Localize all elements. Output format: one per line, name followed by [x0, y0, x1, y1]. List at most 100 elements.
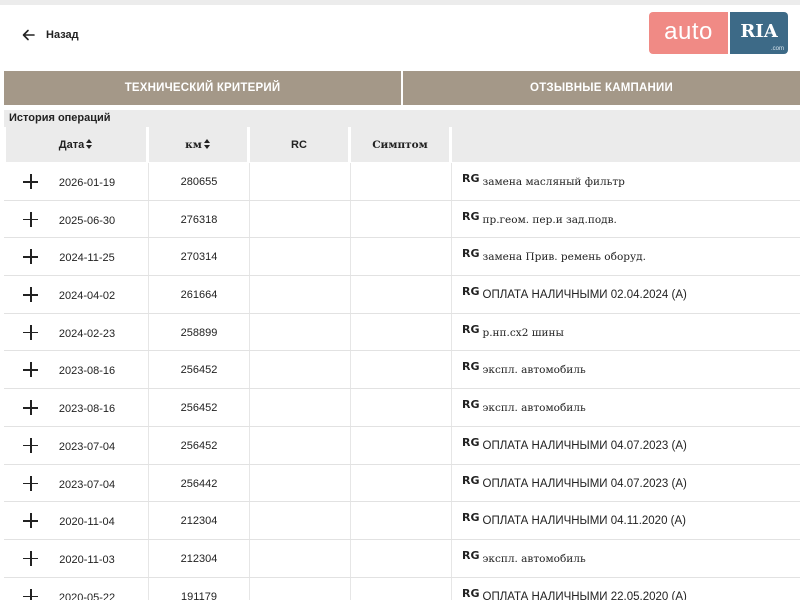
- cell-divider: [350, 200, 351, 238]
- row-description-text: экспл. автомобиль: [482, 364, 586, 377]
- column-date[interactable]: Дата: [6, 127, 146, 162]
- rg-badge: RG: [462, 360, 480, 374]
- cell-divider: [249, 426, 250, 464]
- cell-divider: [350, 389, 351, 426]
- cell-divider: [451, 313, 452, 351]
- row-km: 191179: [181, 590, 217, 600]
- column-date-label: Дата: [58, 138, 85, 151]
- row-description-text: пр.геом. пер.и зад.подв.: [482, 213, 617, 226]
- expand-plus-icon[interactable]: [23, 287, 38, 303]
- rg-badge: RG: [462, 322, 480, 336]
- table-row: 2026-01-19 280655 RG замена масляный фил…: [4, 163, 800, 201]
- column-rc: RC: [250, 127, 348, 162]
- cell-divider: [249, 502, 250, 539]
- sort-icon: [86, 139, 93, 150]
- row-date: 2023-08-16: [58, 403, 116, 416]
- row-date: 2026-01-19: [58, 177, 116, 189]
- expand-plus-icon[interactable]: [23, 174, 38, 189]
- cell-divider: [451, 238, 452, 276]
- cell-divider: [148, 502, 149, 539]
- column-km-label: км: [185, 138, 202, 151]
- row-description-text: замена Прив. ремень оборуд.: [482, 251, 646, 264]
- expand-plus-icon[interactable]: [23, 550, 38, 566]
- row-km: 256442: [180, 477, 218, 490]
- expand-plus-icon[interactable]: [23, 475, 38, 491]
- cell-divider: [451, 426, 452, 464]
- row-km: 261664: [180, 289, 218, 302]
- cell-divider: [451, 389, 452, 426]
- row-km: 280655: [180, 176, 218, 188]
- row-description: RG пр.геом. пер.и зад.подв.: [462, 210, 617, 226]
- table-row: 2024-11-25 270314 RG замена Прив. ремень…: [4, 238, 800, 277]
- expand-plus-icon[interactable]: [23, 362, 38, 378]
- row-description: RG ОПЛАТА НАЛИЧНЫМИ 04.07.2023 (A): [462, 474, 687, 490]
- column-rc-label: RC: [291, 138, 307, 151]
- row-description-text: экспл. автомобиль: [482, 402, 586, 415]
- row-date: 2024-04-02: [58, 290, 116, 303]
- cell-divider: [249, 351, 250, 389]
- row-description-text: ОПЛАТА НАЛИЧНЫМИ 04.11.2020 (A): [482, 515, 687, 528]
- row-description: RG замена Прив. ремень оборуд.: [462, 247, 646, 264]
- logo-auto: auto: [649, 12, 728, 54]
- cell-divider: [350, 502, 351, 539]
- cell-divider: [451, 539, 452, 577]
- row-date: 2023-07-04: [58, 478, 116, 491]
- table-row: 2020-11-04 212304 RG ОПЛАТА НАЛИЧНЫМИ 04…: [4, 502, 800, 540]
- cell-divider: [148, 577, 149, 600]
- expand-plus-icon[interactable]: [23, 437, 38, 453]
- expand-plus-icon[interactable]: [23, 324, 38, 340]
- row-description: RG экспл. автомобиль: [462, 548, 586, 565]
- table-row: 2023-07-04 256442 RG ОПЛАТА НАЛИЧНЫМИ 04…: [4, 464, 800, 503]
- row-km: 270314: [180, 251, 218, 264]
- rg-badge: RG: [462, 247, 480, 261]
- row-km: 276318: [180, 213, 218, 226]
- expand-plus-icon[interactable]: [23, 588, 38, 600]
- expand-plus-icon[interactable]: [23, 211, 38, 227]
- row-date: 2020-05-22: [58, 591, 116, 600]
- row-description: RG р.нп.сх2 шины: [462, 322, 564, 339]
- back-label: Назад: [46, 29, 79, 41]
- column-km[interactable]: км: [149, 127, 247, 162]
- table-row: 2024-02-23 258899 RG р.нп.сх2 шины: [4, 313, 800, 352]
- cell-divider: [350, 426, 351, 464]
- cell-divider: [249, 276, 250, 313]
- logo-ria: RIA .com: [730, 12, 788, 54]
- table-row: 2020-11-03 212304 RG экспл. автомобиль: [4, 539, 800, 578]
- cell-divider: [350, 577, 351, 600]
- sort-icon: [203, 139, 211, 150]
- arrow-left-icon: [22, 29, 35, 41]
- rg-badge: RG: [462, 172, 480, 185]
- row-date: 2020-11-03: [59, 553, 115, 566]
- cell-divider: [148, 163, 149, 200]
- cell-divider: [350, 163, 351, 200]
- row-date: 2025-06-30: [58, 214, 116, 227]
- cell-divider: [148, 464, 149, 502]
- cell-divider: [148, 389, 149, 426]
- rg-badge: RG: [462, 435, 480, 449]
- tab-bar: ТЕХНИЧЕСКИЙ КРИТЕРИЙ ОТЗЫВНЫЕ КАМПАНИИ: [4, 71, 800, 105]
- cell-divider: [148, 276, 149, 313]
- tab-recall-campaigns[interactable]: ОТЗЫВНЫЕ КАМПАНИИ: [403, 71, 800, 105]
- table-row: 2020-05-22 191179 RG ОПЛАТА НАЛИЧНЫМИ 22…: [4, 577, 800, 600]
- row-description: RG ОПЛАТА НАЛИЧНЫМИ 04.11.2020 (A): [462, 511, 687, 528]
- expand-plus-icon[interactable]: [23, 400, 38, 416]
- operations-table: 2026-01-19 280655 RG замена масляный фил…: [4, 163, 800, 600]
- cell-divider: [249, 163, 250, 200]
- autoria-logo[interactable]: auto RIA .com: [649, 12, 790, 54]
- row-description: RG замена масляный фильтр: [462, 172, 625, 188]
- expand-plus-icon[interactable]: [23, 249, 38, 265]
- tab-technical-criteria[interactable]: ТЕХНИЧЕСКИЙ КРИТЕРИЙ: [4, 71, 401, 105]
- rg-badge: RG: [462, 548, 480, 562]
- cell-divider: [350, 539, 351, 577]
- cell-divider: [148, 351, 149, 389]
- cell-divider: [451, 502, 452, 539]
- expand-plus-icon[interactable]: [23, 513, 38, 529]
- cell-divider: [249, 539, 250, 577]
- cell-divider: [350, 313, 351, 351]
- row-km: 212304: [180, 515, 218, 528]
- table-row: 2023-08-16 256452 RG экспл. автомобиль: [4, 351, 800, 390]
- row-km: 258899: [180, 326, 218, 339]
- cell-divider: [148, 539, 149, 577]
- back-button[interactable]: Назад: [22, 29, 79, 41]
- cell-divider: [451, 276, 452, 313]
